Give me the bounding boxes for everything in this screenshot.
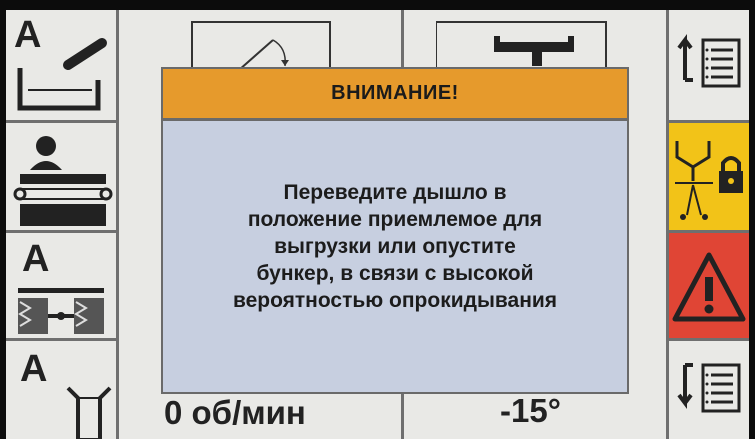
menu-down-list-icon xyxy=(677,363,741,413)
warning-icon xyxy=(672,252,746,322)
hitch-icon xyxy=(436,21,607,70)
menu-up-list-icon xyxy=(677,34,741,88)
left-button-axle[interactable]: A xyxy=(6,232,116,338)
wheel-steer-icon xyxy=(66,386,112,439)
top-button-hitch[interactable] xyxy=(436,10,616,70)
left-button-operator[interactable] xyxy=(6,122,116,230)
auger-arm-icon xyxy=(17,38,107,111)
message-line: Переведите дышло в xyxy=(283,181,507,204)
message-line: выгрузки или опустите xyxy=(274,235,516,258)
drawbar-angle-icon xyxy=(191,21,331,70)
angle-readout: -15° xyxy=(500,392,561,429)
right-button-warning[interactable] xyxy=(669,233,749,338)
bunker-lock-icon xyxy=(675,141,743,220)
message-line: бункер, в связи с высокой xyxy=(256,262,534,285)
message-line: вероятностью опрокидывания xyxy=(232,289,558,312)
left-button-steer[interactable]: A xyxy=(6,340,116,439)
right-button-bunker-lock[interactable] xyxy=(669,123,749,230)
right-button-menu-down[interactable] xyxy=(669,341,749,439)
dialog-title: ВНИМАНИЕ! xyxy=(163,69,627,121)
message-line: положение приемлемое для xyxy=(247,208,543,231)
operator-seat-icon xyxy=(13,136,113,226)
top-button-drawbar[interactable] xyxy=(189,10,333,70)
right-button-menu-up[interactable] xyxy=(669,10,749,120)
axle-track-icon xyxy=(18,288,104,334)
speed-readout: 0 об/мин xyxy=(164,394,306,431)
warning-dialog[interactable]: ВНИМАНИЕ! Переведите дышло в положение п… xyxy=(161,67,629,394)
divider xyxy=(116,10,119,439)
left-button-auger[interactable]: A xyxy=(6,10,116,120)
dialog-message: Переведите дышло в положение приемлемое … xyxy=(171,179,619,314)
terminal-screen: A A A 0 об/мин -15° ВНИМАНИЕ! Переведите… xyxy=(6,10,749,439)
